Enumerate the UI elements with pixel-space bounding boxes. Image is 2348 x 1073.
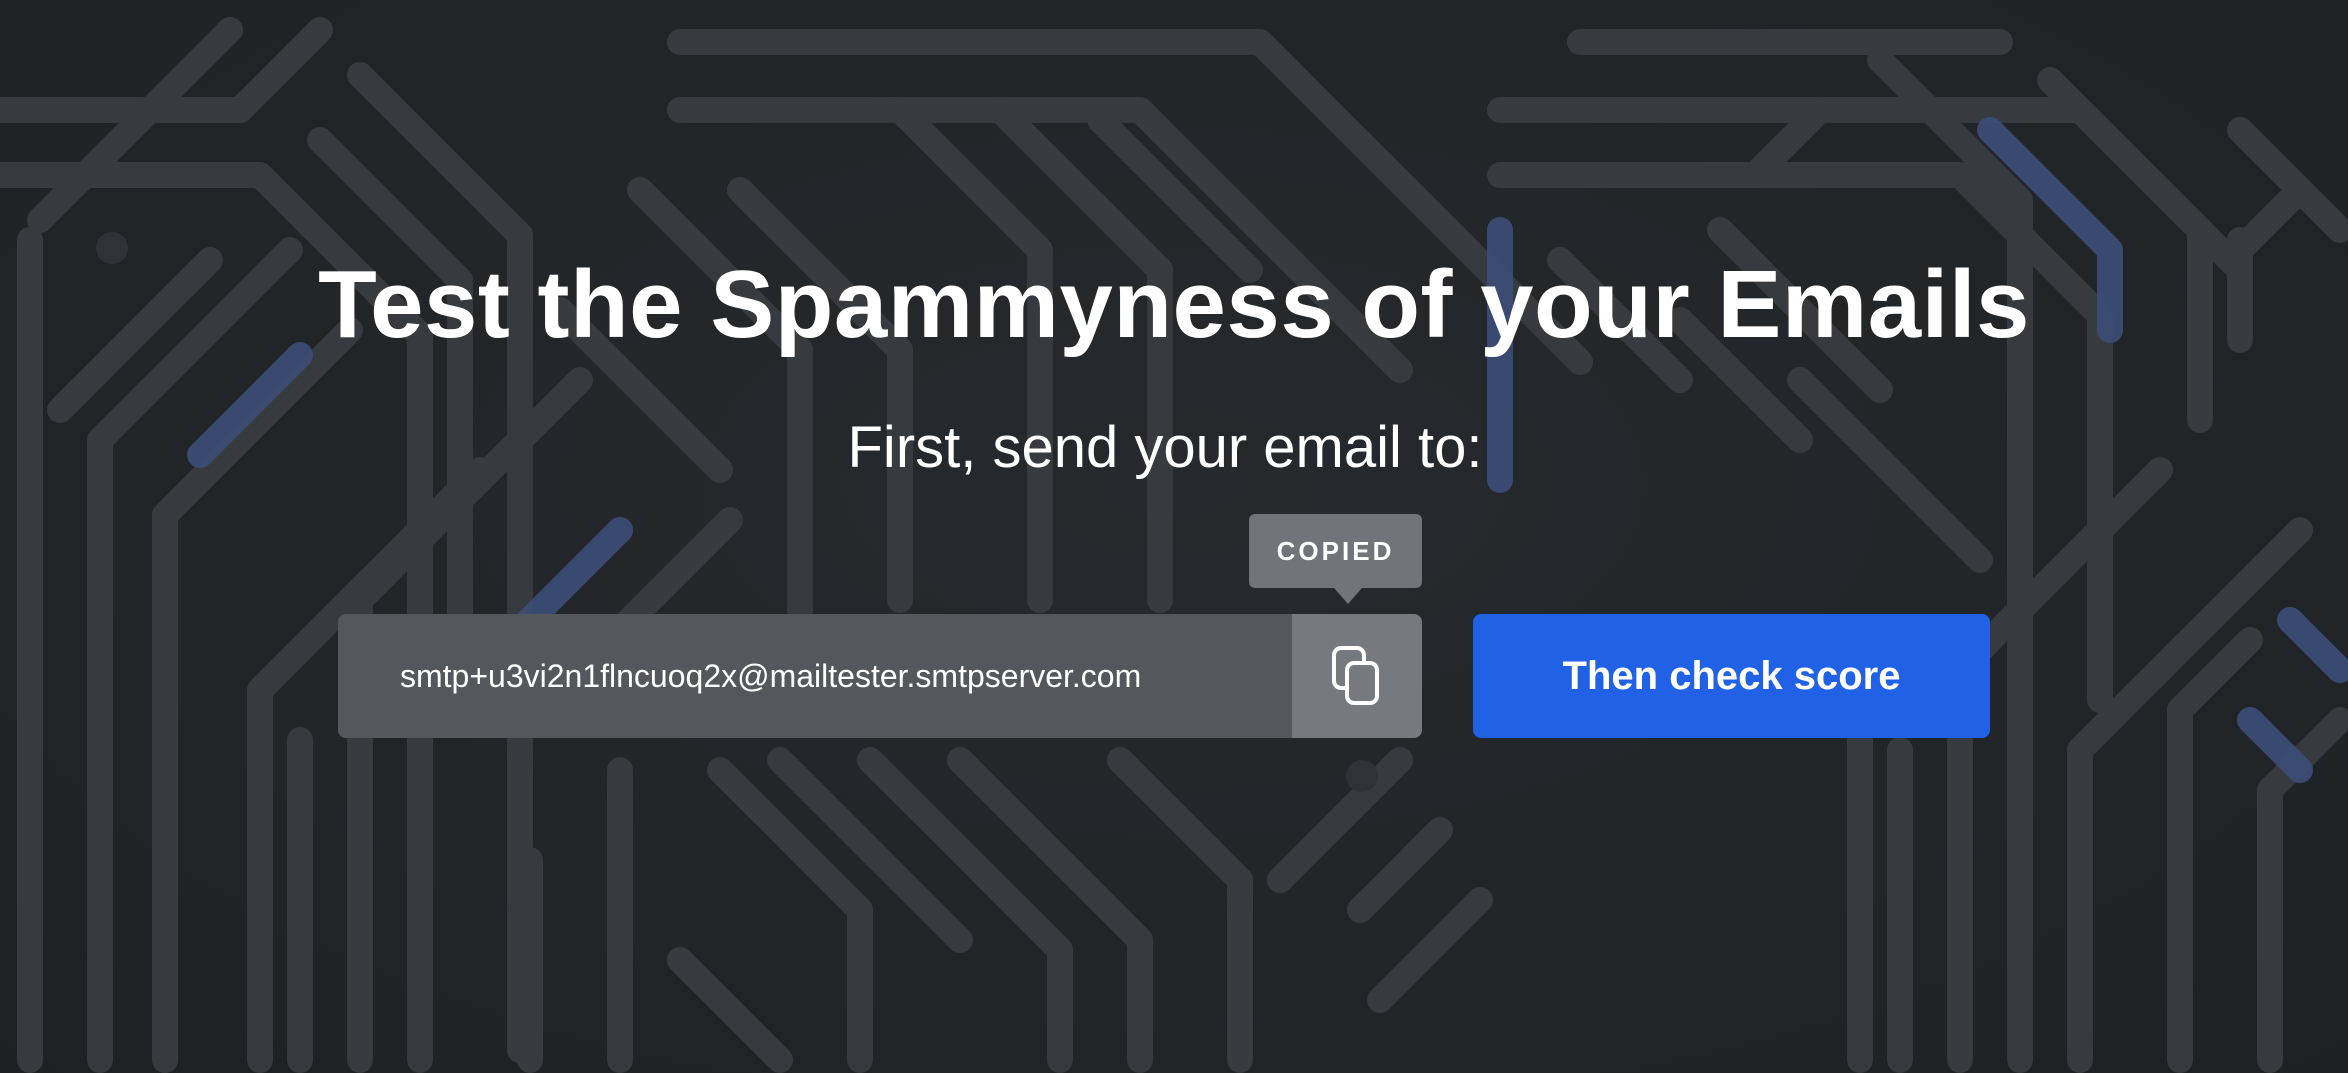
copied-tooltip-arrow [1334, 588, 1362, 604]
copied-tooltip: COPIED [1249, 514, 1422, 588]
copy-button[interactable] [1292, 614, 1422, 738]
check-score-button[interactable]: Then check score [1473, 614, 1990, 738]
email-address-field[interactable]: smtp+u3vi2n1flncuoq2x@mailtester.smtpser… [338, 614, 1293, 738]
page-subtitle: First, send your email to: [847, 415, 1483, 480]
circuit-background [0, 17, 2348, 1073]
copy-icon [1332, 646, 1379, 705]
hero-section: Test the Spammyness of your Emails First… [0, 0, 2348, 1073]
page-title: Test the Spammyness of your Emails [318, 251, 2030, 358]
